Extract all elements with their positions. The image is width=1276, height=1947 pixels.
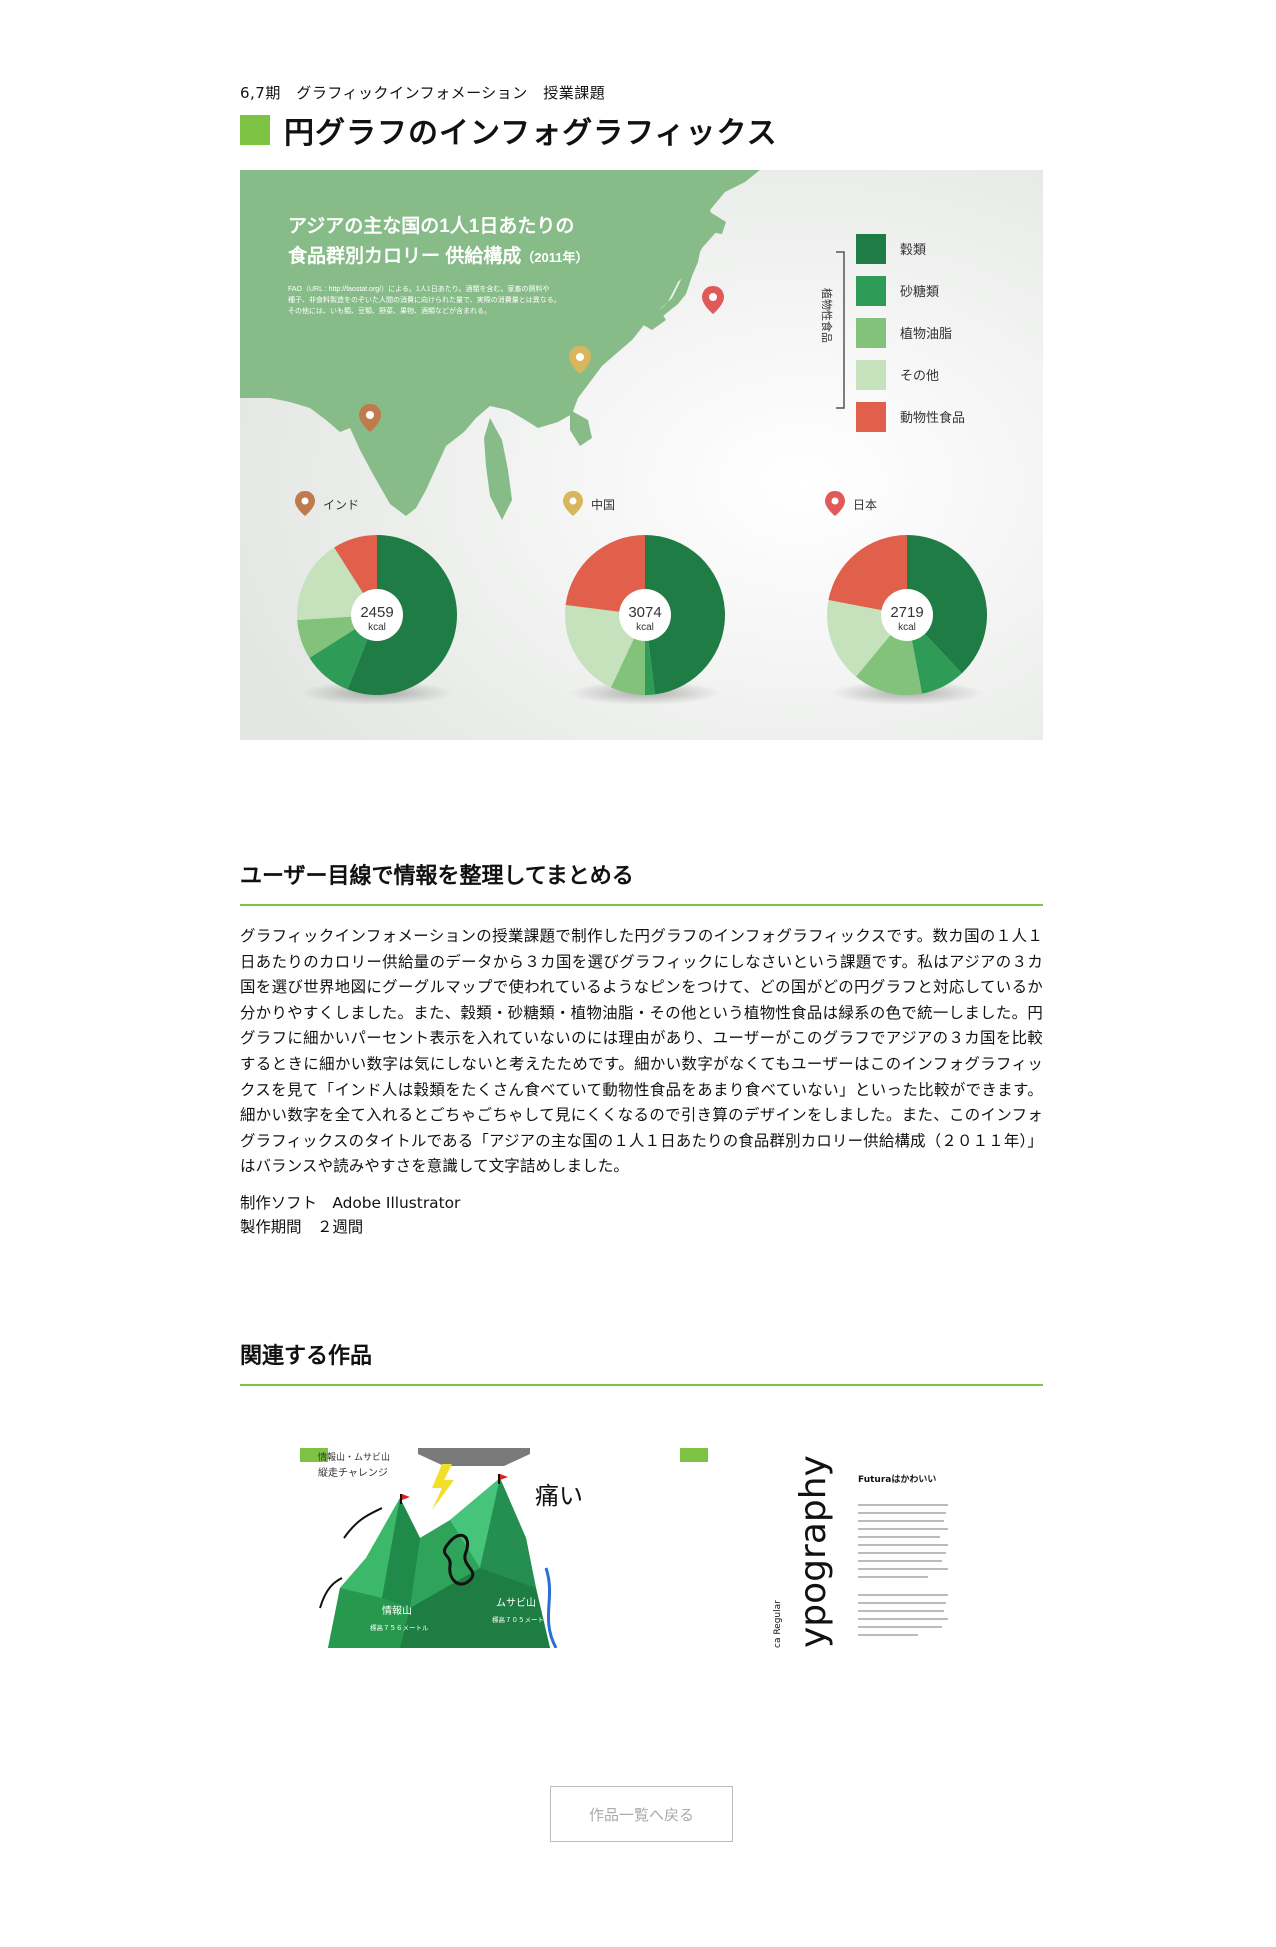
mountain-exclaim: 痛い bbox=[535, 1482, 583, 1510]
legend-swatch bbox=[856, 234, 886, 264]
legend-swatch bbox=[856, 360, 886, 390]
peak2-label: ムサビ山 bbox=[496, 1597, 536, 1609]
legend-swatch bbox=[856, 276, 886, 306]
course-label: 6,7期 グラフィックインフォメーション 授業課題 bbox=[240, 84, 606, 102]
pie-country-label: 中国 bbox=[591, 497, 615, 512]
pie-center-value: 2459 bbox=[360, 604, 393, 621]
typo-small-rotated: ca Regular bbox=[773, 1600, 783, 1648]
pie-country-label: 日本 bbox=[853, 498, 877, 512]
description-paragraph: グラフィックインフォメーションの授業課題で制作した円グラフのインフォグラフィック… bbox=[240, 927, 1043, 1176]
infographic-note-1: FAO（URL : http://faostat.org/）による。1人1日あた… bbox=[288, 284, 550, 293]
back-to-list-button[interactable]: 作品一覧へ戻る bbox=[550, 1786, 733, 1842]
section-heading-organize: ユーザー目線で情報を整理してまとめる bbox=[240, 864, 634, 889]
legend-label: 穀類 bbox=[900, 242, 926, 257]
peak1-label: 情報山 bbox=[382, 1604, 412, 1617]
section-divider bbox=[240, 904, 1043, 906]
infographic-title-line1: アジアの主な国の1人1日あたりの bbox=[288, 215, 574, 237]
legend-label: 動物性食品 bbox=[900, 410, 965, 425]
legend-group-label: 植物性食品 bbox=[820, 288, 834, 343]
legend-label: その他 bbox=[900, 368, 939, 383]
typo-big-2: ypography bbox=[793, 1455, 834, 1648]
section-divider bbox=[240, 1384, 1043, 1386]
pie-center-unit: kcal bbox=[368, 622, 386, 633]
infographic-note-3: その他には、いも類、豆類、野菜、果物、酒類などが含まれる。 bbox=[288, 306, 491, 315]
infographic-svg: アジアの主な国の1人1日あたりの 食品群別カロリー 供給構成（2011年） FA… bbox=[240, 170, 1043, 740]
mountain-caption-1: 情報山・ムサビ山 bbox=[318, 1451, 390, 1463]
section-heading-related: 関連する作品 bbox=[240, 1344, 373, 1369]
typo-heading: Futuraはかわいい bbox=[858, 1474, 936, 1485]
title-accent-square bbox=[240, 115, 270, 145]
legend-label: 植物油脂 bbox=[900, 326, 952, 341]
peak2-height: 標高７０５メートル bbox=[492, 1615, 551, 1624]
legend-swatch bbox=[856, 402, 886, 432]
pie-center-value: 2719 bbox=[890, 604, 923, 621]
pie-center-value: 3074 bbox=[628, 604, 661, 621]
typography-thumbnail: phy ca Regular ypography Futuraはかわいい bbox=[680, 1448, 970, 1648]
section-related: 関連する作品 bbox=[240, 1338, 1043, 1386]
production-info: 制作ソフト Adobe Illustrator 製作期間 ２週間 bbox=[240, 1191, 460, 1239]
period-info: 製作期間 ２週間 bbox=[240, 1218, 364, 1236]
section-organize: ユーザー目線で情報を整理してまとめる bbox=[240, 858, 1043, 906]
mountain-caption-2: 縦走チャレンジ bbox=[318, 1466, 388, 1479]
legend-swatch bbox=[856, 318, 886, 348]
mountain-thumbnail: 情報山・ムサビ山 縦走チャレンジ 痛い 情報山 標高７５６メートル ムサビ山 標… bbox=[300, 1448, 590, 1648]
peak1-height: 標高７５６メートル bbox=[370, 1623, 429, 1632]
pie-country-label: インド bbox=[323, 498, 359, 512]
page-title-text: 円グラフのインフォグラフィックス bbox=[284, 116, 778, 151]
page-title: 円グラフのインフォグラフィックス bbox=[240, 108, 778, 152]
pie-center-unit: kcal bbox=[898, 622, 916, 633]
software-info: 制作ソフト Adobe Illustrator bbox=[240, 1194, 461, 1212]
pie-center-unit: kcal bbox=[636, 622, 654, 633]
infographic-image: アジアの主な国の1人1日あたりの 食品群別カロリー 供給構成（2011年） FA… bbox=[240, 170, 1043, 740]
related-work-mountain[interactable]: 情報山・ムサビ山 縦走チャレンジ 痛い 情報山 標高７５６メートル ムサビ山 標… bbox=[300, 1448, 590, 1648]
infographic-note-2: 種子、非食料製造をのぞいた人間の消費に向けられた量で、実際の消費量とは異なる。 bbox=[288, 295, 561, 304]
legend-label: 砂糖類 bbox=[900, 284, 939, 299]
related-work-typography[interactable]: phy ca Regular ypography Futuraはかわいい bbox=[680, 1448, 970, 1648]
